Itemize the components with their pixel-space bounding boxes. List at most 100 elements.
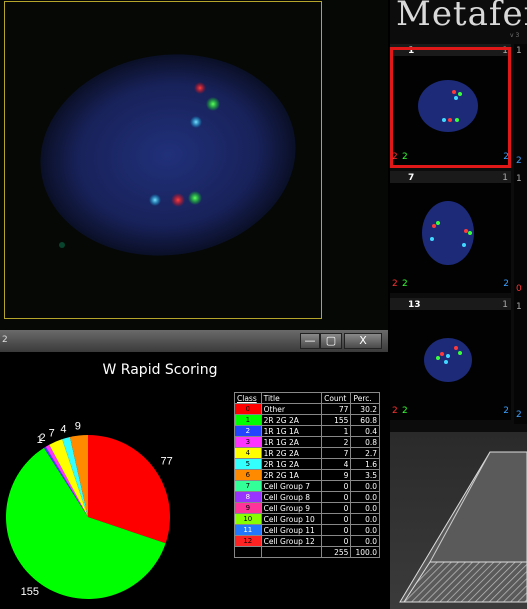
class-swatch: 4 [234, 447, 262, 459]
class-count: 77 [321, 403, 352, 415]
green-count: 2 [402, 279, 408, 289]
thumbnail-cell[interactable]: 13 1 2 2 2 [390, 298, 511, 420]
strip-value: 1 [516, 174, 522, 184]
slide-stage-view[interactable] [390, 432, 527, 609]
legend-row[interactable]: 4 1R 2G 2A 7 2.7 [234, 447, 380, 459]
class-swatch: 11 [234, 524, 262, 536]
class-perc: 0.0 [350, 480, 380, 492]
red-count: 2 [392, 279, 398, 289]
legend-row[interactable]: 9 Cell Group 9 0 0.0 [234, 502, 380, 514]
legend-row[interactable]: 0 Other 77 30.2 [234, 403, 380, 415]
class-count: 0 [321, 480, 352, 492]
class-swatch: 8 [234, 491, 262, 503]
class-title: Cell Group 11 [260, 524, 323, 536]
legend-total-row: 255 100.0 [234, 546, 380, 558]
blue-count: 2 [503, 279, 509, 289]
stage-graphic [399, 451, 527, 603]
total-perc: 100.0 [350, 546, 380, 558]
brand-subtitle: v 3 [510, 32, 520, 39]
class-perc: 2.7 [350, 447, 380, 459]
class-swatch: 10 [234, 513, 262, 525]
class-count: 1 [321, 425, 352, 437]
class-swatch: 2 [234, 425, 262, 437]
red-count: 2 [392, 152, 398, 162]
class-title: Cell Group 7 [260, 480, 323, 492]
selected-thumbnail-frame [390, 47, 511, 168]
class-swatch: 5 [234, 458, 262, 470]
thumbnail-image [424, 338, 472, 382]
class-swatch: 1 [234, 414, 262, 426]
legend-row[interactable]: 7 Cell Group 7 0 0.0 [234, 480, 380, 492]
legend-row[interactable]: 11 Cell Group 11 0 0.0 [234, 524, 380, 536]
maximize-button[interactable]: ▢ [320, 333, 342, 349]
pie-slice-label: 155 [21, 586, 39, 598]
strip-value: 0 [516, 284, 522, 294]
class-perc: 0.0 [350, 535, 380, 547]
strip-value: 1 [516, 46, 522, 56]
blue-count: 2 [503, 152, 509, 162]
class-title: Other [260, 403, 323, 415]
legend-row[interactable]: 10 Cell Group 10 0 0.0 [234, 513, 380, 525]
strip-value: 2 [516, 410, 522, 420]
class-title: Cell Group 10 [260, 513, 323, 525]
class-perc: 0.4 [350, 425, 380, 437]
legend-row[interactable]: 1 2R 2G 2A 155 60.8 [234, 414, 380, 426]
pie-slice-label: 4 [60, 424, 66, 436]
thumbnail-strip-partial: 1 2 1 0 1 2 [514, 44, 527, 424]
class-perc: 0.8 [350, 436, 380, 448]
close-button[interactable]: X [344, 333, 382, 349]
class-count: 0 [321, 513, 352, 525]
rapid-scoring-window: 2 — ▢ X W Rapid Scoring 77 155 1 2 7 4 9 Class… [0, 330, 388, 609]
window-titlebar[interactable]: 2 — ▢ X [0, 330, 388, 352]
column-header-class[interactable]: Class [234, 392, 262, 404]
class-title: 1R 1G 1A [260, 425, 323, 437]
thumbnail-cell[interactable]: 1 1 2 2 2 [390, 44, 511, 168]
class-perc: 30.2 [350, 403, 380, 415]
class-title: 1R 1G 2A [260, 436, 323, 448]
column-header-perc[interactable]: Perc. [350, 392, 380, 404]
pie-slice-label: 77 [161, 456, 173, 468]
class-legend-table: Class Title Count Perc. 0 Other 77 30.2 1 2R … [234, 392, 380, 558]
class-perc: 3.5 [350, 469, 380, 481]
pie-chart: 7715512 7 4 9 [5, 421, 173, 599]
column-header-title[interactable]: Title [260, 392, 323, 404]
class-count: 0 [321, 491, 352, 503]
brand-title: Metafer [396, 0, 527, 34]
class-perc: 1.6 [350, 458, 380, 470]
class-count: 4 [321, 458, 352, 470]
legend-row[interactable]: 12 Cell Group 12 0 0.0 [234, 535, 380, 547]
class-count: 9 [321, 469, 352, 481]
main-image-view[interactable] [0, 0, 388, 330]
class-swatch: 7 [234, 480, 262, 492]
class-count: 0 [321, 524, 352, 536]
pie-slice-label: 7 [49, 428, 55, 440]
class-title: 2R 2G 2A [260, 414, 323, 426]
strip-value: 2 [516, 156, 522, 166]
pie-slice-label: 9 [75, 421, 81, 433]
legend-row[interactable]: 8 Cell Group 8 0 0.0 [234, 491, 380, 503]
class-swatch: 0 [234, 403, 262, 415]
class-swatch: 3 [234, 436, 262, 448]
green-count: 2 [402, 406, 408, 416]
column-header-count[interactable]: Count [321, 392, 352, 404]
legend-row[interactable]: 3 1R 1G 2A 2 0.8 [234, 436, 380, 448]
class-count: 0 [321, 535, 352, 547]
class-title: Cell Group 9 [260, 502, 323, 514]
class-perc: 0.0 [350, 513, 380, 525]
right-panel: Metafer v 3 1 1 2 2 2 7 1 2 2 2 13 1 2 2… [390, 0, 527, 609]
class-swatch: 6 [234, 469, 262, 481]
thumbnail-cell[interactable]: 7 1 2 2 2 [390, 171, 511, 293]
legend-row[interactable]: 5 2R 1G 2A 4 1.6 [234, 458, 380, 470]
class-title: Cell Group 8 [260, 491, 323, 503]
class-swatch: 9 [234, 502, 262, 514]
pie-slice-label: 2 [40, 432, 46, 444]
legend-row[interactable]: 2 1R 1G 1A 1 0.4 [234, 425, 380, 437]
minimize-button[interactable]: — [300, 333, 320, 349]
blue-count: 2 [503, 406, 509, 416]
selection-frame [4, 1, 322, 319]
total-count: 255 [321, 546, 352, 558]
legend-row[interactable]: 6 2R 2G 1A 9 3.5 [234, 469, 380, 481]
class-perc: 0.0 [350, 502, 380, 514]
class-title: 1R 2G 2A [260, 447, 323, 459]
class-count: 155 [321, 414, 352, 426]
